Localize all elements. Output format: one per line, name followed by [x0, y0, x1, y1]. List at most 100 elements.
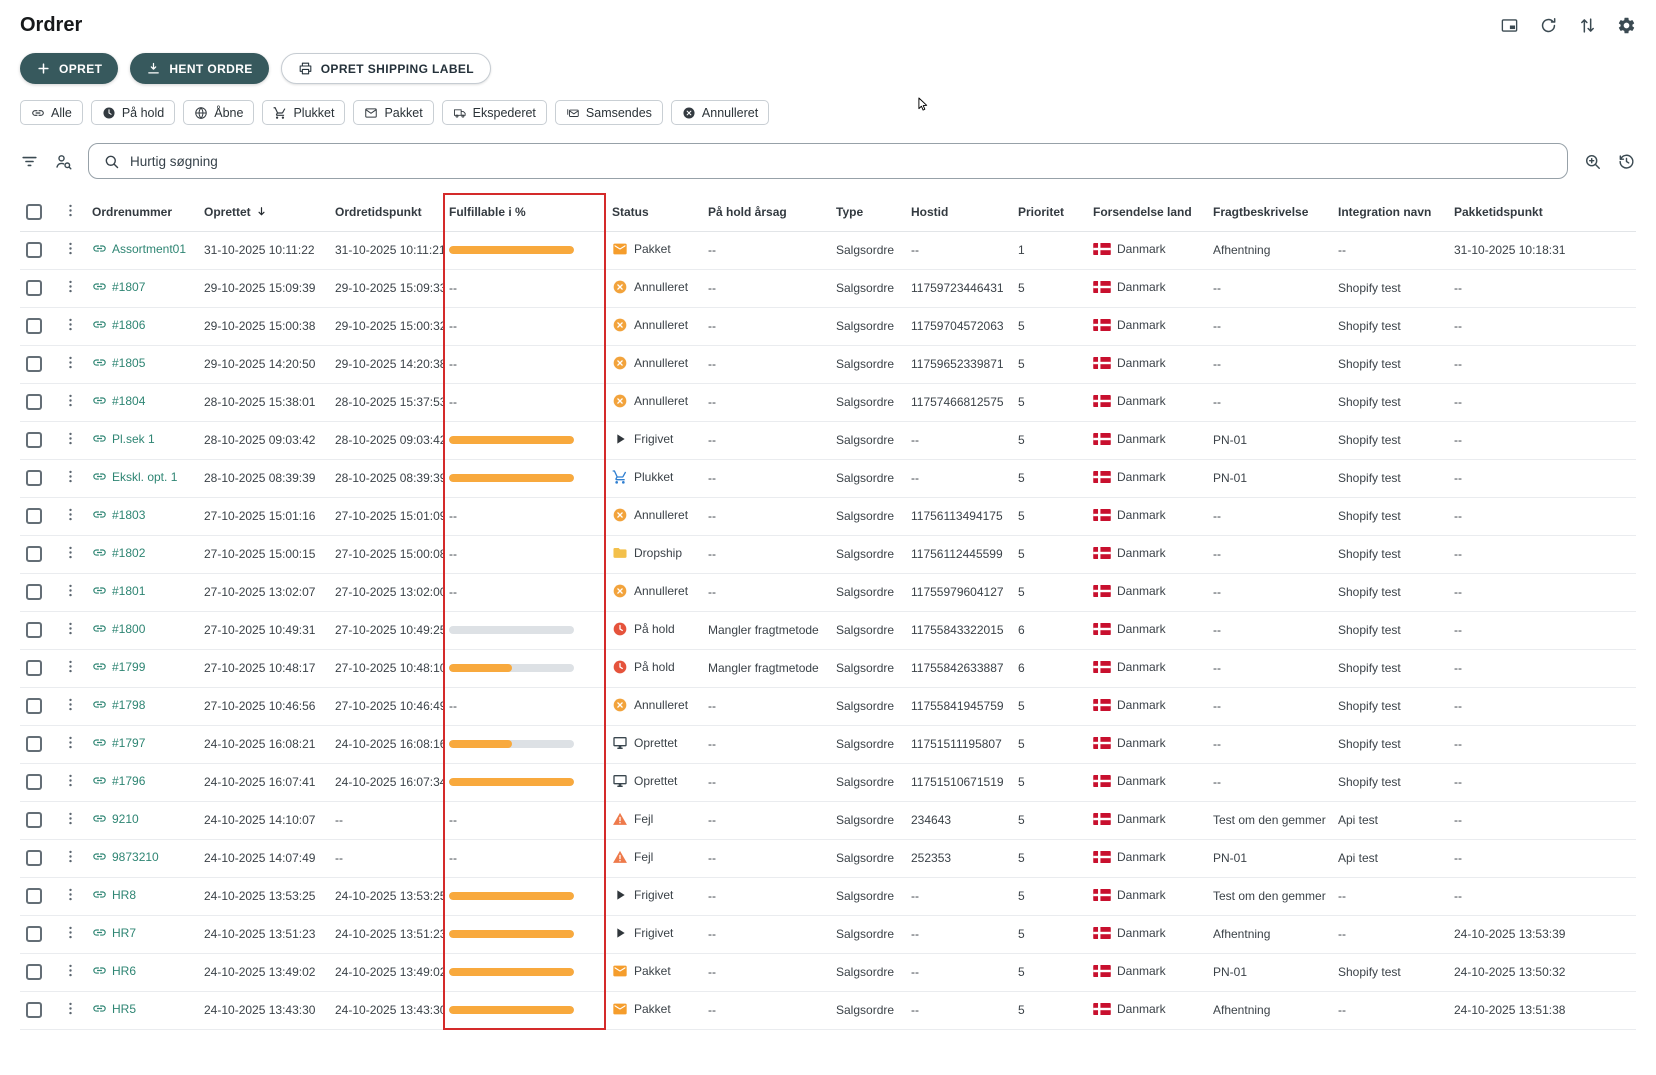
- saved-search-icon[interactable]: [1583, 152, 1602, 171]
- order-link[interactable]: #1798: [92, 697, 145, 712]
- row-menu-button[interactable]: [62, 962, 79, 979]
- row-checkbox[interactable]: [26, 394, 42, 410]
- order-link[interactable]: #1806: [92, 317, 145, 332]
- row-checkbox[interactable]: [26, 774, 42, 790]
- row-menu-button[interactable]: [62, 468, 79, 485]
- filter-chip-alle[interactable]: Alle: [20, 100, 83, 125]
- row-checkbox[interactable]: [26, 546, 42, 562]
- search-input[interactable]: [130, 153, 1553, 169]
- row-menu-button[interactable]: [62, 278, 79, 295]
- column-header-ordretidspunkt[interactable]: Ordretidspunkt: [329, 193, 443, 232]
- filter-chip-ekspederet[interactable]: Ekspederet: [441, 100, 547, 125]
- column-header-fragtbeskrivelse[interactable]: Fragtbeskrivelse: [1207, 193, 1332, 232]
- header-menu-icon[interactable]: [62, 202, 79, 219]
- column-header-land[interactable]: Forsendelse land: [1087, 193, 1207, 232]
- cell-pa_hold_arsag: --: [702, 307, 830, 346]
- order-link[interactable]: #1800: [92, 621, 145, 636]
- row-menu-button[interactable]: [62, 354, 79, 371]
- order-link[interactable]: #1799: [92, 659, 145, 674]
- row-checkbox[interactable]: [26, 508, 42, 524]
- row-menu-button[interactable]: [62, 1000, 79, 1017]
- row-checkbox[interactable]: [26, 698, 42, 714]
- row-menu-button[interactable]: [62, 696, 79, 713]
- row-checkbox[interactable]: [26, 812, 42, 828]
- order-link[interactable]: 9210: [92, 811, 139, 826]
- filter-chip-annulleret[interactable]: Annulleret: [670, 100, 770, 125]
- row-menu-button[interactable]: [62, 810, 79, 827]
- column-header-pakketidspunkt[interactable]: Pakketidspunkt: [1448, 193, 1636, 232]
- person-search-icon[interactable]: [54, 152, 73, 171]
- column-header-type[interactable]: Type: [830, 193, 905, 232]
- row-menu-button[interactable]: [62, 240, 79, 257]
- column-header-oprettet[interactable]: Oprettet: [198, 193, 329, 232]
- row-checkbox[interactable]: [26, 736, 42, 752]
- column-header-status[interactable]: Status: [606, 193, 702, 232]
- order-link[interactable]: Assortment01: [92, 241, 186, 256]
- filter-chip-pakket[interactable]: Pakket: [353, 100, 434, 125]
- filter-chip-plukket[interactable]: Plukket: [262, 100, 346, 125]
- row-checkbox[interactable]: [26, 318, 42, 334]
- order-link[interactable]: #1804: [92, 393, 145, 408]
- row-checkbox[interactable]: [26, 280, 42, 296]
- row-menu-button[interactable]: [62, 506, 79, 523]
- fetch-order-button[interactable]: HENT ORDRE: [130, 53, 269, 84]
- order-link[interactable]: HR7: [92, 925, 136, 940]
- order-link[interactable]: #1802: [92, 545, 145, 560]
- filter-chip-p-hold[interactable]: På hold: [90, 100, 176, 125]
- order-link[interactable]: #1797: [92, 735, 145, 750]
- order-link[interactable]: HR5: [92, 1001, 136, 1016]
- row-checkbox[interactable]: [26, 470, 42, 486]
- row-checkbox[interactable]: [26, 660, 42, 676]
- search-history-icon[interactable]: [1617, 152, 1636, 171]
- quick-search-box: [88, 143, 1568, 179]
- order-link[interactable]: #1805: [92, 355, 145, 370]
- sort-order-icon[interactable]: [1578, 16, 1597, 35]
- column-header-prioritet[interactable]: Prioritet: [1012, 193, 1087, 232]
- row-menu-button[interactable]: [62, 658, 79, 675]
- row-menu-button[interactable]: [62, 924, 79, 941]
- row-menu-button[interactable]: [62, 620, 79, 637]
- row-checkbox[interactable]: [26, 964, 42, 980]
- order-link[interactable]: Pl.sek 1: [92, 431, 155, 446]
- order-link[interactable]: #1801: [92, 583, 145, 598]
- column-header-pa_hold_arsag[interactable]: På hold årsag: [702, 193, 830, 232]
- row-checkbox[interactable]: [26, 242, 42, 258]
- order-link[interactable]: 9873210: [92, 849, 159, 864]
- row-checkbox[interactable]: [26, 356, 42, 372]
- row-checkbox[interactable]: [26, 432, 42, 448]
- row-menu-button[interactable]: [62, 772, 79, 789]
- row-menu-button[interactable]: [62, 848, 79, 865]
- order-link[interactable]: #1796: [92, 773, 145, 788]
- create-order-button[interactable]: OPRET: [20, 53, 119, 84]
- refresh-icon[interactable]: [1539, 16, 1558, 35]
- select-all-checkbox[interactable]: [26, 203, 42, 220]
- order-link[interactable]: HR8: [92, 887, 136, 902]
- filter-chip-samsendes[interactable]: Samsendes: [554, 100, 663, 125]
- row-menu-button[interactable]: [62, 316, 79, 333]
- order-link[interactable]: #1807: [92, 279, 145, 294]
- row-menu-button[interactable]: [62, 392, 79, 409]
- row-checkbox[interactable]: [26, 584, 42, 600]
- row-menu-button[interactable]: [62, 544, 79, 561]
- row-menu-button[interactable]: [62, 734, 79, 751]
- filter-chip--bne[interactable]: Åbne: [183, 100, 255, 125]
- column-header-fulfillable[interactable]: Fulfillable i %: [443, 193, 606, 232]
- row-checkbox[interactable]: [26, 850, 42, 866]
- order-link[interactable]: HR6: [92, 963, 136, 978]
- side-panel-icon[interactable]: [1500, 16, 1519, 35]
- row-menu-button[interactable]: [62, 886, 79, 903]
- column-header-integration[interactable]: Integration navn: [1332, 193, 1448, 232]
- row-checkbox[interactable]: [26, 926, 42, 942]
- order-link[interactable]: #1803: [92, 507, 145, 522]
- row-menu-button[interactable]: [62, 430, 79, 447]
- column-header-ordrenummer[interactable]: Ordrenummer: [86, 193, 198, 232]
- order-link[interactable]: Ekskl. opt. 1: [92, 469, 177, 484]
- row-menu-button[interactable]: [62, 582, 79, 599]
- settings-gear-icon[interactable]: [1617, 16, 1636, 35]
- row-checkbox[interactable]: [26, 888, 42, 904]
- column-header-hostid[interactable]: Hostid: [905, 193, 1012, 232]
- row-checkbox[interactable]: [26, 1002, 42, 1018]
- row-checkbox[interactable]: [26, 622, 42, 638]
- filter-icon[interactable]: [20, 152, 39, 171]
- create-shipping-label-button[interactable]: OPRET SHIPPING LABEL: [280, 53, 492, 84]
